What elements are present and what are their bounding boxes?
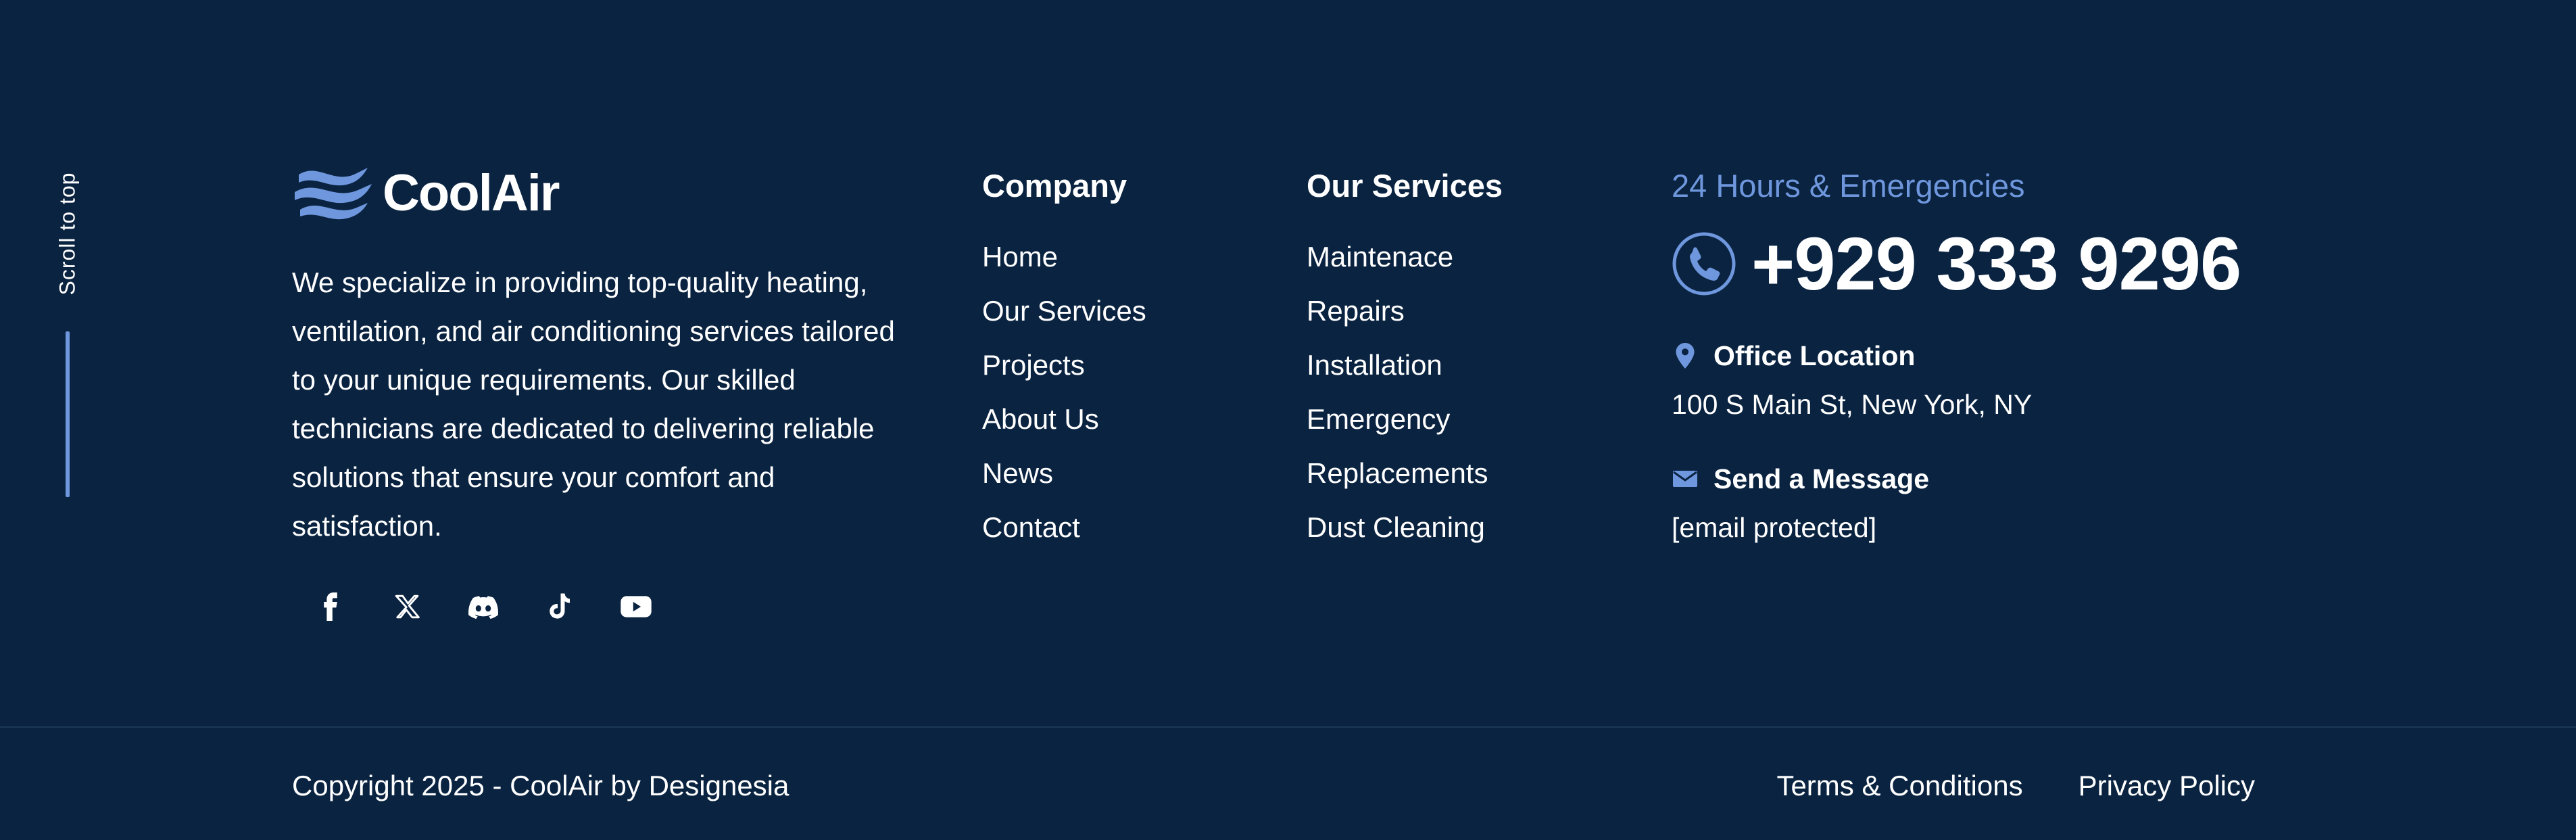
youtube-link[interactable]	[614, 584, 658, 629]
tiktok-icon	[550, 593, 570, 619]
copyright: Copyright 2025 - CoolAir by Designesia	[292, 770, 789, 801]
company-link-home[interactable]: Home	[982, 230, 1266, 284]
office-address: 100 S Main St, New York, NY	[1672, 389, 2033, 420]
map-pin-icon	[1672, 342, 1699, 369]
privacy-link[interactable]: Privacy Policy	[2079, 766, 2255, 806]
discord-icon	[468, 596, 498, 619]
service-link-maintenance[interactable]: Maintenace	[1307, 230, 1645, 284]
logo-text: CoolAir	[383, 164, 560, 222]
wave-logo-icon	[295, 168, 372, 220]
services-links: Maintenace Repairs Installation Emergenc…	[1307, 230, 1645, 555]
service-link-emergency[interactable]: Emergency	[1307, 392, 1645, 446]
x-link[interactable]	[385, 584, 429, 629]
service-link-replacements[interactable]: Replacements	[1307, 446, 1645, 500]
service-link-installation[interactable]: Installation	[1307, 338, 1645, 392]
office-location-label: Office Location	[1714, 340, 1916, 371]
footer: Scroll to top CoolAir We specialize in p…	[0, 0, 2576, 840]
company-links: Home Our Services Projects About Us News…	[982, 230, 1266, 555]
company-link-our-services[interactable]: Our Services	[982, 284, 1266, 338]
tiktok-link[interactable]	[537, 584, 582, 629]
discord-link[interactable]	[461, 584, 506, 629]
brand-column: CoolAir We specialize in providing top-q…	[292, 162, 900, 629]
office-location-heading: Office Location	[1672, 337, 2348, 375]
email-address[interactable]: [email protected]	[1672, 507, 2348, 548]
company-link-projects[interactable]: Projects	[982, 338, 1266, 392]
youtube-icon	[621, 596, 652, 617]
scroll-to-top-label-wrap: Scroll to top	[54, 162, 81, 304]
x-twitter-icon	[395, 594, 420, 619]
services-title: Our Services	[1307, 168, 1503, 204]
phone-row[interactable]: +929 333 9296	[1672, 221, 2348, 307]
logo[interactable]: CoolAir	[292, 162, 900, 223]
brand-description: We specialize in providing top-quality h…	[292, 266, 895, 542]
scroll-to-top-label[interactable]: Scroll to top	[55, 172, 80, 295]
legal-links: Terms & Conditions Privacy Policy	[1721, 766, 2255, 806]
phone-number[interactable]: +929 333 9296	[1751, 221, 2241, 307]
envelope-icon	[1672, 465, 1699, 492]
phone-icon	[1672, 232, 1736, 296]
contact-column: 24 Hours & Emergencies +929 333 9296 Off…	[1672, 162, 2348, 548]
emergency-label: 24 Hours & Emergencies	[1672, 168, 2025, 204]
service-link-dust-cleaning[interactable]: Dust Cleaning	[1307, 500, 1645, 555]
facebook-icon	[324, 592, 337, 621]
company-link-contact[interactable]: Contact	[982, 500, 1266, 555]
facebook-link[interactable]	[308, 584, 353, 629]
terms-link[interactable]: Terms & Conditions	[1776, 766, 2022, 806]
company-column: Company Home Our Services Projects About…	[982, 162, 1266, 555]
scroll-to-top-line	[66, 331, 70, 497]
send-message-label: Send a Message	[1714, 463, 1930, 494]
services-column: Our Services Maintenace Repairs Installa…	[1307, 162, 1645, 555]
company-link-about-us[interactable]: About Us	[982, 392, 1266, 446]
company-title: Company	[982, 168, 1127, 204]
scroll-to-top[interactable]: Scroll to top	[54, 162, 81, 500]
footer-divider	[0, 726, 2576, 728]
send-message-heading: Send a Message	[1672, 460, 2348, 498]
company-link-news[interactable]: News	[982, 446, 1266, 500]
social-links	[308, 584, 900, 629]
service-link-repairs[interactable]: Repairs	[1307, 284, 1645, 338]
